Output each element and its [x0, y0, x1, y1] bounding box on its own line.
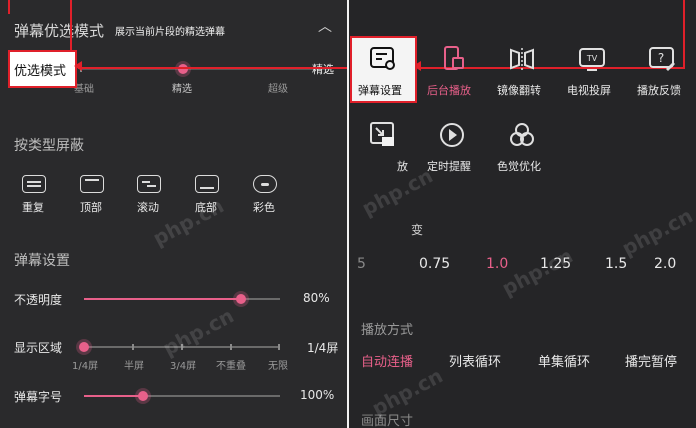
fontsize-slider-knob[interactable]: [137, 391, 148, 401]
danmaku-settings-panel: 弹幕优选模式 展示当前片段的精选弹幕 ︿ 基础 精选 超级 精选 优选模式 按类…: [0, 0, 347, 428]
timer-icon: [437, 120, 467, 150]
watermark: php.cn: [617, 203, 696, 261]
opacity-value: 80%: [303, 291, 330, 305]
panel-subtitle: 展示当前片段的精选弹幕: [115, 27, 225, 38]
type-block-title: 按类型屏蔽: [14, 138, 84, 154]
pip-icon: [368, 120, 398, 150]
fontsize-label: 弹幕字号: [14, 390, 63, 404]
playmode-option[interactable]: 单集循环: [538, 351, 590, 370]
callout-arrow: [78, 67, 347, 69]
feedback-icon: ?: [647, 44, 677, 74]
settings-title: 弹幕设置: [14, 253, 70, 269]
more-options-panel: 弹幕设置 后台播放 镜像翻转 TV 电视投屏 ? 播放反馈 放 定时提醒 色觉优…: [349, 0, 696, 428]
area-label: 显示区域: [14, 341, 63, 355]
area-tick-label: 半屏: [124, 361, 144, 372]
palette-icon: [253, 175, 277, 193]
panel-title: 弹幕优选模式: [14, 22, 105, 40]
svg-text:?: ?: [658, 51, 664, 65]
level-selected[interactable]: 精选: [172, 80, 192, 95]
mode-highlight-label: 优选模式: [14, 64, 67, 79]
chevron-up-icon[interactable]: ︿: [318, 16, 332, 36]
background-play-icon: [437, 44, 467, 74]
scroll-icon: [137, 175, 161, 193]
playmode-option-selected[interactable]: 自动连播: [361, 351, 413, 370]
level-basic[interactable]: 基础: [74, 80, 94, 95]
repeat-icon: [22, 175, 46, 193]
watermark: php.cn: [158, 303, 238, 361]
callout-line: [683, 0, 685, 68]
speed-label: 变: [411, 223, 424, 237]
top-icon: [80, 175, 104, 193]
level-slider-knob[interactable]: [178, 64, 188, 74]
speed-option[interactable]: 1.5: [605, 256, 627, 272]
svg-text:TV: TV: [586, 54, 598, 63]
area-tick-label: 不重叠: [216, 361, 246, 372]
speed-option[interactable]: 0.75: [419, 256, 450, 272]
playmode-option[interactable]: 播完暂停: [625, 351, 677, 370]
opacity-label: 不透明度: [14, 293, 63, 307]
area-tick-label: 无限: [268, 361, 288, 372]
opacity-slider-knob[interactable]: [235, 294, 246, 304]
watermark: php.cn: [497, 243, 577, 301]
fontsize-slider[interactable]: [84, 391, 280, 401]
callout-line: [70, 0, 72, 50]
mirror-flip-icon: [507, 44, 537, 74]
area-tick-label: 1/4屏: [72, 361, 99, 372]
playmode-title: 播放方式: [361, 323, 414, 338]
watermark: php.cn: [148, 193, 228, 251]
tv-cast-icon: TV: [577, 44, 607, 74]
level-label-callout: 精选: [312, 63, 334, 76]
bottom-icon: [195, 175, 219, 193]
area-value: 1/4屏: [307, 341, 339, 355]
speed-option[interactable]: 5: [357, 256, 366, 272]
playmode-option[interactable]: 列表循环: [449, 351, 501, 370]
callout-line: [8, 0, 10, 14]
area-tick-label: 3/4屏: [170, 361, 197, 372]
level-super[interactable]: 超级: [268, 80, 288, 95]
speed-option[interactable]: 2.0: [654, 256, 676, 272]
fontsize-value: 100%: [300, 388, 335, 402]
arrow-head: [74, 61, 82, 71]
danmaku-settings-icon: [368, 44, 398, 74]
color-vision-icon: [507, 120, 537, 150]
area-slider-knob[interactable]: [79, 342, 89, 352]
opacity-slider[interactable]: [84, 294, 280, 304]
speed-option-selected[interactable]: 1.0: [486, 256, 508, 272]
